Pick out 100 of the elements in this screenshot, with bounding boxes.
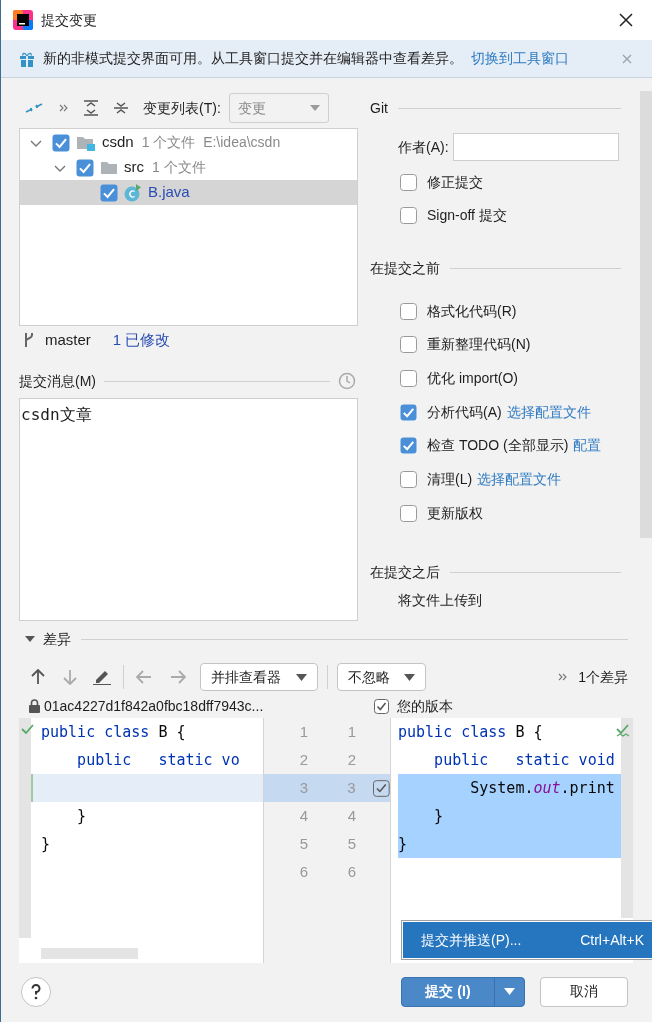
right-arrow-icon[interactable] [170,670,186,684]
checkbox[interactable] [400,302,417,320]
line-number: 3 [346,777,357,798]
node-meta: 1 个文件 [152,158,206,177]
checkbox[interactable] [400,206,417,224]
checkbox[interactable] [52,133,70,152]
checkbox[interactable] [400,173,417,191]
collapse-icon[interactable] [25,100,43,116]
code-line: } [40,833,52,855]
checkbox[interactable] [400,369,417,387]
checkbox[interactable] [373,779,390,797]
line-number: 6 [346,861,358,882]
options-link[interactable]: 配置 [573,435,602,457]
options-link[interactable]: 选择配置文件 [477,468,562,490]
cancel-button[interactable]: 取消 [540,976,628,1007]
section-title: 在提交之后 [370,562,440,582]
section-title: 差异 [43,629,71,649]
checkbox[interactable] [400,470,417,488]
option-label: Sign-off 提交 [427,205,507,225]
tree-row[interactable]: csdn 1 个文件 E:\idea\csdn [20,130,357,155]
scrollbar[interactable] [41,948,138,959]
line-number: 1 [298,721,310,742]
changelist-label: 变更列表(T): [143,98,221,118]
version-label: 您的版本 [397,696,453,716]
app-icon [13,10,33,30]
banner-text: 新的非模式提交界面可用。从工具窗口提交并在编辑器中查看差异。 [43,49,463,68]
options-link[interactable]: 选择配置文件 [506,401,591,423]
option-label: 清理(L) [427,469,473,489]
line-number: 5 [346,833,358,854]
modified-link[interactable]: 1 已修改 [112,328,171,352]
checkbox[interactable] [400,336,417,354]
lock-icon [29,699,40,713]
expand-all-icon[interactable] [83,100,99,116]
help-icon [31,983,41,1000]
file-revision: 01ac4227d1f842a0fbc18dff7943c... [44,696,265,716]
code-line: public class B { [398,721,544,743]
check-icon [21,724,34,735]
close-icon [619,13,633,27]
checkbox[interactable] [400,437,417,455]
section-title: Git [370,98,388,118]
switch-link[interactable]: 切换到工具窗口 [471,48,569,69]
scrollbar[interactable] [621,718,633,918]
history-icon[interactable] [338,372,356,390]
line-number: 4 [298,805,310,826]
option-label: 重新整理代码(N) [427,335,531,355]
caret-icon [309,105,320,111]
caret-icon [404,673,415,681]
line-number: 2 [346,749,358,770]
code-line: public static vo [76,749,241,771]
checkbox[interactable] [76,158,94,177]
checkbox[interactable] [374,698,389,714]
node-meta: 1 个文件 E:\idea\csdn [141,133,281,152]
collapse-arrow-icon[interactable] [25,635,35,643]
option-label: 格式化代码(R) [427,301,517,321]
left-arrow-icon[interactable] [136,670,152,684]
branch-name: master [45,329,91,350]
code-line: public class B { [40,721,187,743]
help-button[interactable] [21,976,51,1007]
class-icon [124,183,142,202]
check-icon [616,724,631,738]
option-label: 优化 import(O) [427,368,518,388]
line-number: 6 [298,861,310,882]
tree-row[interactable]: B.java [20,180,357,205]
checkbox[interactable] [400,403,417,421]
option-label: 分析代码(A) [427,402,502,422]
branch-icon [23,332,35,348]
more-icon[interactable] [59,103,69,113]
pencil-icon[interactable] [93,669,111,685]
line-number: 2 [298,749,310,770]
changelist-dropdown[interactable]: 变更 [228,93,329,123]
menu-item[interactable]: 提交并推送(P)... Ctrl+Alt+K [403,922,652,958]
line-number: 3 [298,777,309,798]
line-number: 4 [346,805,358,826]
up-arrow-icon[interactable] [31,669,45,685]
node-name: B.java [148,182,190,203]
difference-count: 1个差异 [578,667,628,687]
option-label: 检查 TODO (全部显示) [427,436,569,456]
message-label: 提交消息(M) [19,371,96,391]
node-name: csdn [102,132,134,153]
gift-icon [19,50,35,67]
more-icon[interactable] [558,672,569,682]
tree-row[interactable]: src 1 个文件 [20,155,357,180]
close-icon [622,53,632,64]
checkbox[interactable] [100,183,118,202]
dropdown-button[interactable]: 不忽略 [337,663,426,691]
option-label: 更新版权 [427,503,483,523]
down-arrow-icon[interactable] [63,669,77,685]
after-commit-item: 将文件上传到 [397,591,483,611]
line-number: 1 [346,721,358,742]
code-line: public static void [433,749,616,771]
author-field[interactable] [452,133,619,161]
checkbox[interactable] [400,504,417,522]
line-number: 5 [298,833,310,854]
window-title: 提交变更 [41,10,97,30]
code-line: } [76,805,88,827]
collapse-all-icon[interactable] [113,100,129,116]
dropdown-button[interactable]: 并排查看器 [200,663,318,691]
section-title: 在提交之前 [370,258,440,278]
caret-icon [296,673,307,681]
message-field[interactable]: csdn文章 [19,398,358,621]
